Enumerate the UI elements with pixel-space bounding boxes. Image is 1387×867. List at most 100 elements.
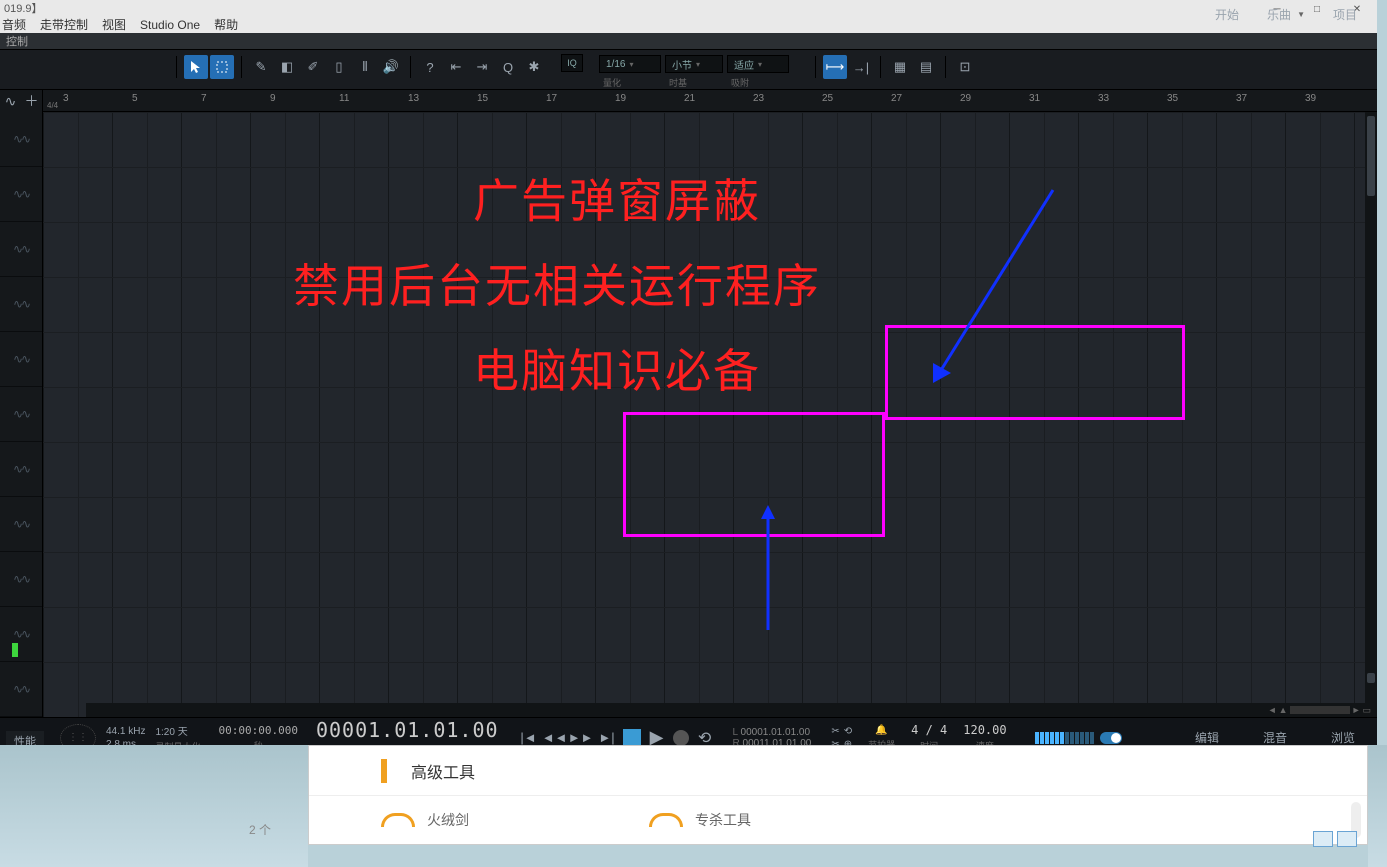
add-track-button[interactable]: ＋ [21,90,42,112]
overlay-line1: 广告弹窗屏蔽 [473,165,761,231]
song-tab[interactable]: 乐曲▼ [1257,2,1315,27]
waveform-icon: ∿∿ [13,297,29,311]
track-row[interactable]: ∿∿ [0,387,42,442]
overlay-line2: 禁用后台无相关运行程序 [293,250,821,316]
grid-b-button[interactable]: ▤ [914,55,938,79]
loop-left: L 00001.01.01.00 [733,727,812,738]
scroll-left-icon[interactable]: ◄ [1268,705,1277,715]
horizontal-scrollbar[interactable]: ◄ ▲ ► ▭ [86,703,1377,717]
range-tool[interactable] [210,55,234,79]
marker-b[interactable]: ⇥ [470,55,494,79]
menu-studioone[interactable]: Studio One [140,18,200,32]
scroll-up-icon[interactable]: ▲ [1279,705,1288,715]
track-row[interactable]: ∿∿ [0,607,42,662]
listen-tool[interactable]: 🔊 [379,55,403,79]
track-row[interactable]: ∿∿ [0,497,42,552]
menu-view[interactable]: 视图 [102,16,126,33]
item-count: 2 个 [249,821,271,838]
grid-view-icon[interactable] [1337,831,1357,847]
track-row[interactable]: ∿∿ [0,112,42,167]
menu-transport[interactable]: 走带控制 [40,16,88,33]
item-label: 火绒剑 [427,810,469,830]
automation-toggle[interactable]: ∿ [0,90,21,112]
time-sig-value[interactable]: 4 / 4 [911,723,947,737]
track-row[interactable]: ∿∿ [0,332,42,387]
zoom-slider[interactable] [1290,706,1350,714]
start-tab[interactable]: 开始 [1205,2,1249,27]
menu-audio[interactable]: 音频 [2,16,26,33]
arrow-tool[interactable] [184,55,208,79]
control-header: 控制 [0,33,1377,49]
snap-select[interactable]: 适应 [727,55,789,73]
marker-a[interactable]: ⇤ [444,55,468,79]
zoom-fit-icon[interactable]: ▭ [1362,705,1371,716]
arrange-view[interactable]: 4/4 3579111315171921232527293133353739 广… [43,90,1377,717]
tool-icon[interactable]: ⟲ [844,726,852,737]
waveform-icon: ∿∿ [13,517,29,531]
waveform-icon: ∿∿ [13,187,29,201]
timeline-ruler[interactable]: 4/4 3579111315171921232527293133353739 [43,90,1377,112]
snap-label: 吸附 [727,76,789,89]
video-button[interactable]: ⊡ [953,55,977,79]
level-meter [12,643,18,657]
iq-button[interactable]: IQ [561,54,583,72]
paint-tool[interactable]: ✐ [301,55,325,79]
draw-tool[interactable]: ✎ [249,55,273,79]
track-row[interactable]: ∿∿ [0,552,42,607]
scrollbar-thumb[interactable] [1367,673,1375,683]
menu-help[interactable]: 帮助 [214,16,238,33]
quantize-select[interactable]: 1/16 [599,55,661,73]
quantize-label: 量化 [599,76,661,89]
track-row[interactable]: ∿∿ [0,222,42,277]
info-tool[interactable]: ? [418,55,442,79]
desktop-background [1368,745,1387,867]
list-item[interactable]: 专杀工具 [649,810,751,830]
mute-tool[interactable]: ▯ [327,55,351,79]
autoscroll-button[interactable]: ⟼ [823,55,847,79]
split-tool[interactable]: ⫴ [353,55,377,79]
macro-tool[interactable]: Q [496,55,520,79]
project-tab[interactable]: 项目 [1323,2,1367,27]
title-text: 019.9】 [4,0,43,16]
waveform-icon: ∿∿ [13,242,29,256]
list-view-icon[interactable] [1313,831,1333,847]
arrow-up-icon [753,505,783,635]
menubar: 音频 走带控制 视图 Studio One 帮助 [0,16,1377,33]
track-row[interactable]: ∿∿ [0,662,42,717]
scrollbar-thumb[interactable] [1367,116,1375,196]
workspace: ∿ ＋ ∿∿ ∿∿ ∿∿ ∿∿ ∿∿ ∿∿ ∿∿ ∿∿ ∿∿ ∿∿ ∿∿ 4/4… [0,90,1377,717]
waveform-icon: ∿∿ [13,682,29,696]
timecode-seconds[interactable]: 00:00:00.000 [218,724,297,737]
vertical-scrollbar[interactable] [1365,112,1377,703]
grid-a-button[interactable]: ▦ [888,55,912,79]
sample-rate: 44.1 kHz [106,726,145,737]
action-tool[interactable]: ✱ [522,55,546,79]
item-label: 专杀工具 [695,810,751,830]
record-button[interactable] [673,730,689,746]
tools-panel: 高级工具 2 个 火绒剑 专杀工具 [308,745,1368,845]
monitor-toggle[interactable] [1100,732,1122,744]
waveform-icon: ∿∿ [13,572,29,586]
titlebar: 019.9】 ─ □ ✕ [0,0,1377,16]
metronome-icon[interactable]: 🔔 [875,725,887,736]
stop-button[interactable] [623,729,641,747]
waveform-icon: ∿∿ [13,627,29,641]
track-row[interactable]: ∿∿ [0,277,42,332]
waveform-icon: ∿∿ [13,132,29,146]
shield-icon [381,813,415,827]
timecode-bars[interactable]: 00001.01.01.00 [316,718,499,742]
timebase-label: 时基 [665,76,723,89]
follow-button[interactable]: →| [849,55,873,79]
tool-icon[interactable]: ✂ [831,726,839,737]
track-column: ∿ ＋ ∿∿ ∿∿ ∿∿ ∿∿ ∿∿ ∿∿ ∿∿ ∿∿ ∿∿ ∿∿ ∿∿ [0,90,43,717]
shield-icon [649,813,683,827]
track-row[interactable]: ∿∿ [0,167,42,222]
list-item[interactable]: 火绒剑 [381,810,469,830]
eraser-tool[interactable]: ◧ [275,55,299,79]
track-row[interactable]: ∿∿ [0,442,42,497]
record-max: 1:20 天 [155,723,200,738]
tempo-value[interactable]: 120.00 [963,723,1006,737]
timebase-select[interactable]: 小节 [665,55,723,73]
studio-one-window: 019.9】 ─ □ ✕ 音频 走带控制 视图 Studio One 帮助 控制… [0,0,1377,745]
scroll-right-icon[interactable]: ► [1352,705,1361,715]
